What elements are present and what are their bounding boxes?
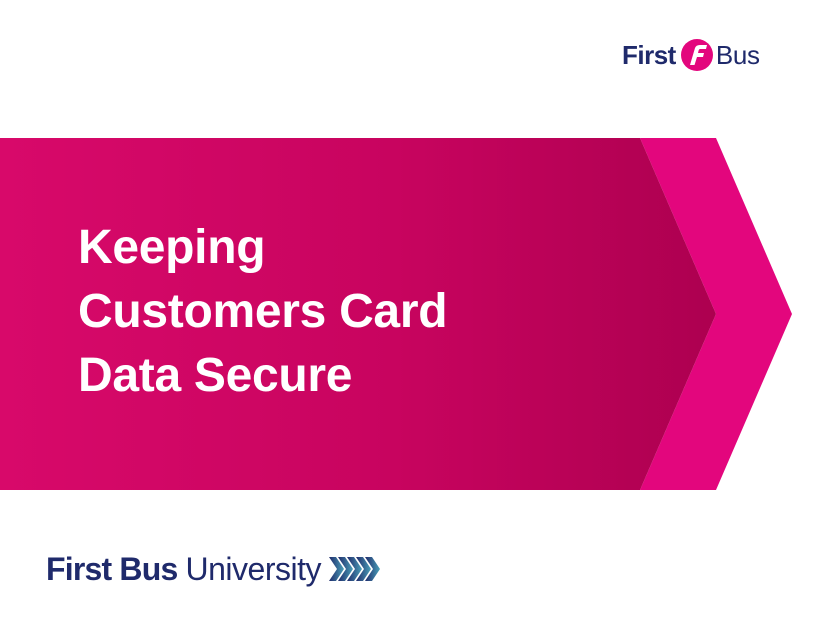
first-bus-university-logo: First Bus University: [46, 546, 383, 592]
logo-word-first: First: [622, 39, 676, 70]
headline-line-2: Customers Card: [78, 285, 448, 338]
headline-title: Keeping Customers Card Data Secure: [78, 216, 638, 408]
university-logo-first-bus: First Bus: [46, 550, 178, 587]
chevrons-right-icon: [328, 555, 383, 583]
first-f-logo-icon: [680, 38, 714, 72]
slide: First Bus Keeping Customers Card Data Se…: [0, 0, 836, 627]
headline-line-1: Keeping: [78, 221, 266, 274]
first-bus-logo: First Bus: [622, 38, 760, 72]
logo-word-bus: Bus: [715, 39, 760, 70]
headline-line-3: Data Secure: [78, 349, 353, 402]
university-logo-university: University: [185, 550, 322, 587]
